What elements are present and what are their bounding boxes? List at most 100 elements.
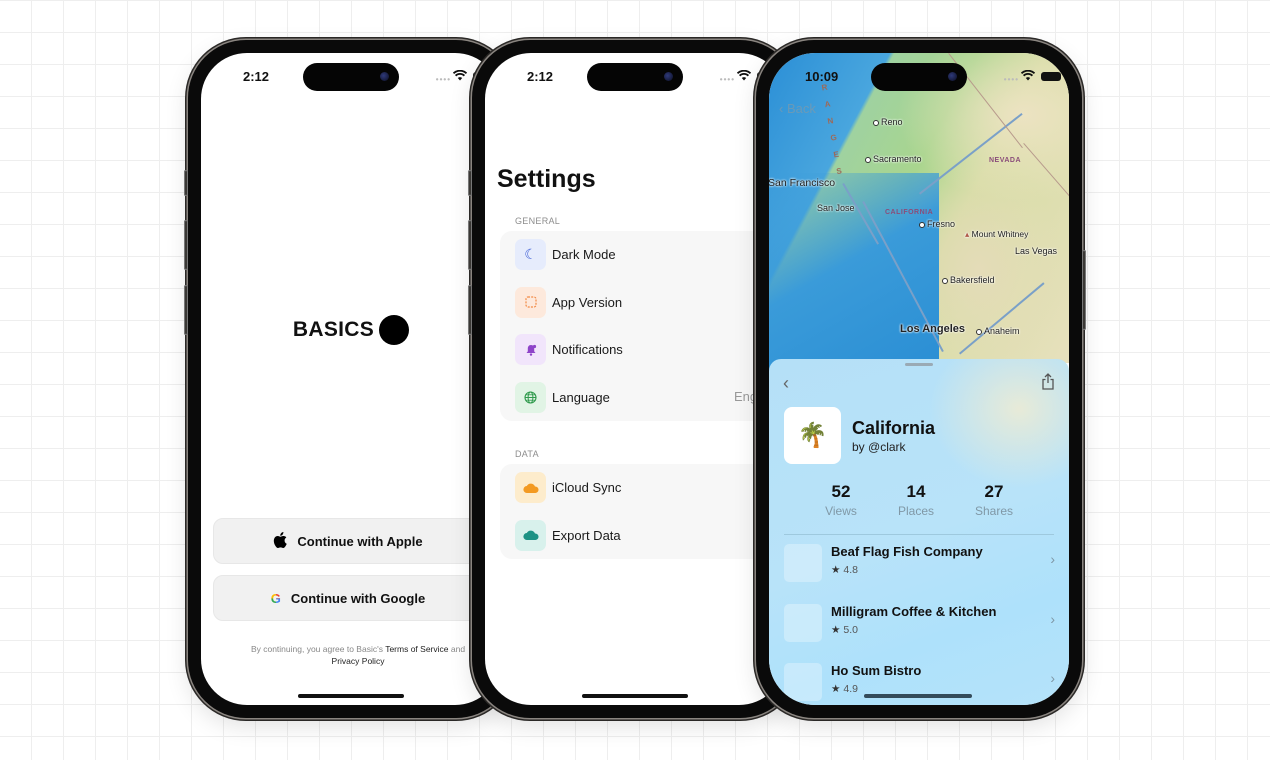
palm-tree-icon: 🌴 (797, 422, 828, 449)
page-title: Settings (497, 165, 596, 193)
app-logo: BASICS (201, 315, 501, 345)
stat-shares: 27 Shares (954, 482, 1034, 518)
map-label-fresno: Fresno (919, 219, 955, 229)
place-item[interactable]: Ho Sum Bistro ★ 4.9 › (769, 661, 1069, 705)
volume-down-button (184, 285, 188, 335)
star-icon: ★ (831, 683, 841, 695)
stat-views: 52 Views (801, 482, 881, 518)
place-name: Milligram Coffee & Kitchen (831, 604, 997, 619)
action-button (184, 170, 188, 196)
legal-and: and (450, 644, 466, 654)
continue-with-google-button[interactable]: G Continue with Google (213, 575, 483, 621)
row-language[interactable]: Language English ⌃⌄ (500, 374, 785, 422)
stat-label: Places (897, 504, 935, 518)
globe-icon (515, 381, 546, 413)
share-icon[interactable] (1041, 373, 1055, 395)
status-time: 2:12 (243, 69, 270, 84)
legal-prefix: By continuing, you agree to Basic's (250, 644, 383, 654)
stat-value: 52 (831, 482, 851, 501)
section-header-general: GENERAL (515, 216, 561, 226)
legal-notice: By continuing, you agree to Basic's Term… (241, 643, 475, 667)
chevron-left-icon[interactable]: ‹ (783, 373, 789, 394)
guide-title: California (852, 418, 936, 438)
mountain-range-label: RANGES (820, 82, 843, 177)
row-label: Notifications (552, 342, 623, 358)
signal-icon: •••• (435, 75, 451, 84)
map-label-las-vegas: Las Vegas (1015, 246, 1057, 256)
cloud-export-icon (515, 519, 546, 551)
city-name: Bakersfield (950, 275, 995, 285)
signal-icon: •••• (1003, 75, 1019, 84)
app-icon (515, 286, 546, 318)
map-label-bakersfield: Bakersfield (942, 275, 995, 285)
city-name: Mount Whitney (971, 229, 1029, 239)
moon-icon: ☾ (515, 239, 546, 271)
row-notifications[interactable]: Notifications › (500, 326, 785, 374)
map-road (919, 112, 1023, 195)
status-bar: 2:12 •••• (201, 67, 501, 87)
apple-button-label: Continue with Apple (297, 533, 423, 549)
continue-with-apple-button[interactable]: Continue with Apple (213, 518, 483, 564)
map-label-anaheim: Anaheim (976, 326, 1020, 336)
map-label-mount-whitney: ▴ Mount Whitney (965, 229, 1029, 239)
status-bar: 2:12 •••• (485, 67, 785, 87)
home-indicator[interactable] (864, 694, 972, 698)
guide-author: by @clark (852, 440, 906, 454)
stat-value: 27 (984, 482, 1004, 501)
row-dark-mode[interactable]: ☾ Dark Mode (500, 231, 785, 279)
map-label-california: CALIFORNIA (885, 209, 934, 216)
stat-label: Shares (974, 504, 1014, 518)
wifi-icon (736, 69, 752, 84)
phone-settings: 2:12 •••• Settings GENERAL ☾ Dark Mode A… (468, 40, 798, 718)
status-bar: 10:09 •••• (769, 67, 1069, 87)
action-button (468, 170, 472, 196)
map-label-reno: Reno (873, 117, 903, 127)
stat-value: 14 (906, 482, 926, 501)
logo-dot-icon (379, 315, 410, 345)
map-back-label: Back (786, 101, 816, 116)
rating-value: 4.9 (843, 683, 859, 695)
stat-label: Views (825, 504, 857, 518)
home-indicator[interactable] (298, 694, 404, 698)
row-icloud-sync[interactable]: iCloud Sync (500, 464, 785, 512)
status-time: 10:09 (805, 69, 839, 84)
map-label-sacramento: Sacramento (865, 154, 922, 164)
divider (784, 534, 1054, 535)
place-thumbnail (784, 663, 822, 701)
city-name: Las Vegas (1015, 246, 1058, 256)
guide-sheet: ‹ 🌴 California by @clark 52 Views 14 Pla… (769, 359, 1069, 705)
city-name: Fresno (927, 219, 956, 229)
city-name: Los Angeles (900, 323, 965, 335)
row-app-version: App Version 16.2 (500, 279, 785, 327)
map-road (959, 282, 1045, 355)
place-rating: ★ 4.9 (831, 683, 858, 695)
battery-icon (1041, 72, 1061, 81)
star-icon: ★ (831, 624, 841, 636)
row-label: App Version (552, 294, 623, 310)
chevron-right-icon: › (1050, 670, 1055, 686)
place-item[interactable]: Milligram Coffee & Kitchen ★ 5.0 › (769, 602, 1069, 646)
chevron-right-icon: › (1050, 611, 1055, 627)
chevron-right-icon: › (1050, 551, 1055, 567)
terms-of-service-link[interactable]: Terms of Service (385, 644, 448, 654)
screen: 10:09 •••• ‹ Back RANGES Reno Sacramento… (769, 53, 1069, 705)
sheet-grabber[interactable] (905, 363, 933, 366)
cloud-icon (515, 472, 546, 504)
volume-up-button (184, 220, 188, 270)
place-item[interactable]: Beaf Flag Fish Company ★ 4.8 › (769, 542, 1069, 586)
map-label-san-francisco: San Francisco (769, 177, 835, 189)
phone-map-guide: 10:09 •••• ‹ Back RANGES Reno Sacramento… (756, 40, 1086, 718)
guide-thumbnail: 🌴 (784, 407, 841, 464)
google-button-label: Continue with Google (290, 590, 426, 606)
city-name: San Jose (817, 203, 855, 213)
map-view[interactable]: ‹ Back RANGES Reno Sacramento San Franci… (769, 53, 1069, 373)
map-back-button[interactable]: ‹ Back (779, 101, 816, 116)
volume-up-button (468, 220, 472, 270)
settings-group-general: ☾ Dark Mode App Version 16.2 Notificatio… (500, 231, 785, 421)
settings-group-data: iCloud Sync Export Data › (500, 464, 785, 559)
section-header-data: DATA (515, 449, 539, 459)
privacy-policy-link[interactable]: Privacy Policy (332, 656, 385, 666)
home-indicator[interactable] (582, 694, 688, 698)
row-export-data[interactable]: Export Data › (500, 512, 785, 560)
map-label-nevada: NEVADA (989, 157, 1022, 164)
